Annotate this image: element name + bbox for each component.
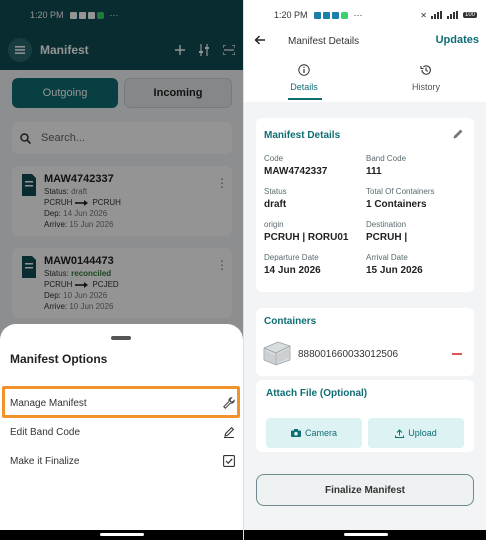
field-label: Arrival Date (366, 253, 408, 262)
field-value: MAW4742337 (264, 166, 328, 177)
drag-handle[interactable] (111, 336, 131, 340)
tab-history[interactable]: History (366, 64, 486, 92)
battery-icon: 100 (462, 12, 477, 18)
details-grid: Code MAW4742337 Band Code 111 Status draft … (264, 154, 468, 276)
upload-button[interactable]: Upload (368, 418, 464, 448)
info-icon (298, 64, 310, 76)
annotation-highlight-box (2, 386, 240, 418)
finalize-manifest-button[interactable]: Finalize Manifest (256, 474, 474, 506)
upload-icon (395, 428, 405, 438)
option-make-finalize[interactable]: Make it Finalize (10, 448, 235, 474)
signal-icon (430, 11, 442, 19)
status-time: 1:20 PM (274, 10, 308, 20)
active-tab-indicator (288, 98, 322, 100)
field-label: Status (264, 187, 287, 196)
tab-history-label: History (411, 82, 440, 92)
option-label: Make it Finalize (10, 455, 80, 467)
container-number: 888001660033012506 (298, 349, 399, 360)
field-code: Code MAW4742337 (264, 154, 366, 177)
app-icon (331, 11, 339, 19)
field-label: Departure Date (264, 253, 319, 262)
remove-container-icon[interactable] (452, 353, 462, 355)
field-value: PCRUH | (366, 232, 408, 243)
field-band-code: Band Code 111 (366, 154, 468, 177)
tab-details-label: Details (290, 82, 318, 92)
back-arrow-icon[interactable] (254, 34, 266, 46)
field-value: 1 Containers (366, 199, 427, 210)
app-icon (322, 11, 330, 19)
attach-file-panel: Attach File (Optional) Camera Upload (256, 380, 474, 452)
checkbox-icon (223, 455, 235, 467)
system-nav-bar (0, 530, 243, 540)
field-total-containers: Total Of Containers 1 Containers (366, 187, 468, 210)
edit-pencil-icon[interactable] (452, 128, 464, 140)
manifest-list-screen: 1:20 PM ··· ✕ 100 Manifest (0, 0, 243, 540)
field-value: 15 Jun 2026 (366, 265, 423, 276)
home-indicator[interactable] (344, 533, 388, 536)
field-destination: Destination PCRUH | (366, 220, 468, 243)
gallery-icon (313, 11, 321, 19)
field-label: Total Of Containers (366, 187, 435, 196)
status-right: ✕ 100 (420, 11, 477, 20)
containers-panel: Containers 888001660033012506 (256, 308, 474, 376)
upload-label: Upload (408, 428, 437, 438)
field-value: draft (264, 199, 287, 210)
tab-details[interactable]: Details (244, 64, 364, 92)
field-label: origin (264, 220, 284, 229)
field-status: Status draft (264, 187, 366, 210)
more-notifications: ··· (353, 10, 363, 20)
field-label: Code (264, 154, 284, 163)
field-value: PCRUH | RORU01 (264, 232, 349, 243)
field-origin: origin PCRUH | RORU01 (264, 220, 366, 243)
option-edit-band-code[interactable]: Edit Band Code (10, 419, 235, 445)
field-label: Band Code (366, 154, 407, 163)
status-bar: 1:20 PM ··· ✕ 100 (244, 0, 486, 30)
field-value: 14 Jun 2026 (264, 265, 321, 276)
updates-button[interactable]: Updates (436, 34, 479, 46)
manifest-options-sheet: Manifest Options Manage Manifest Edit Ba… (0, 324, 243, 540)
history-icon (420, 65, 431, 75)
manifest-details-panel: Manifest Details Code MAW4742337 Band Cod… (256, 118, 474, 292)
section-title: Attach File (Optional) (266, 388, 368, 399)
signal-icon (446, 11, 458, 19)
camera-icon (290, 429, 301, 437)
field-departure-date: Departure Date 14 Jun 2026 (264, 253, 366, 276)
manifest-details-screen: 1:20 PM ··· ✕ 100 Manifest Details Updat… (243, 0, 486, 540)
system-nav-bar (244, 530, 486, 540)
whatsapp-icon (340, 11, 348, 19)
home-indicator[interactable] (100, 533, 144, 536)
sheet-title: Manifest Options (10, 352, 108, 366)
notification-icons (313, 11, 348, 19)
field-arrival-date: Arrival Date 15 Jun 2026 (366, 253, 468, 276)
camera-button[interactable]: Camera (266, 418, 362, 448)
field-label: Destination (366, 220, 407, 229)
page-title: Manifest Details (288, 36, 360, 47)
field-value: 111 (366, 166, 382, 177)
screenshot-root: 1:20 PM ··· ✕ 100 Manifest (0, 0, 486, 540)
details-header: Manifest Details Updates Details History (244, 30, 486, 102)
mute-icon: ✕ (420, 10, 427, 20)
camera-label: Camera (304, 428, 337, 438)
container-icon (263, 341, 291, 366)
option-label: Edit Band Code (10, 426, 81, 438)
section-title: Containers (264, 316, 317, 327)
section-title: Manifest Details (264, 130, 341, 141)
pencil-icon (224, 426, 235, 438)
